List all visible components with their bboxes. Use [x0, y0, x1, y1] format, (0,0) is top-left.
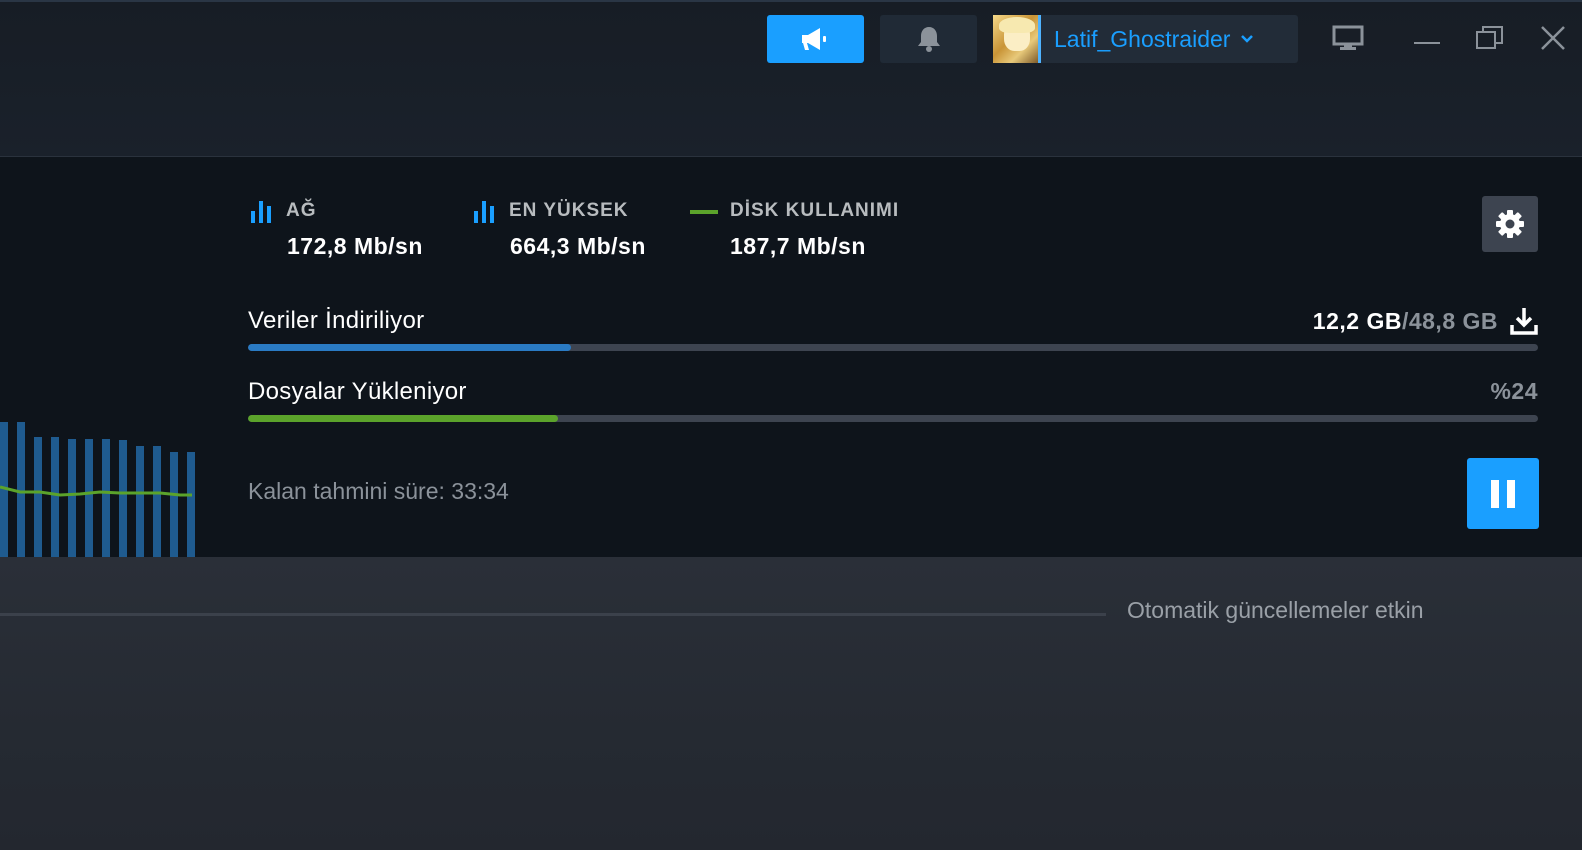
graph-bar [187, 452, 195, 557]
eta-text: Kalan tahmini süre: 33:34 [248, 478, 509, 504]
minimize-button[interactable] [1403, 16, 1451, 60]
auto-updates-status: Otomatik güncellemeler etkin [1127, 597, 1424, 623]
big-picture-button[interactable] [1324, 16, 1372, 60]
announcements-button[interactable] [767, 15, 864, 63]
username: Latif_Ghostraider [1054, 25, 1231, 52]
avatar [993, 15, 1041, 63]
download-progress-bar [248, 344, 1538, 351]
graph-bar [136, 446, 144, 557]
download-title: Veriler İndiriliyor [248, 307, 425, 334]
content-area: Otomatik güncellemeler etkin [0, 557, 1582, 850]
throughput-graph [0, 422, 195, 557]
stat-network: AĞ 172,8 Mb/sn [250, 197, 423, 260]
graph-bar [85, 439, 93, 557]
download-panel: AĞ 172,8 Mb/sn EN YÜKSEK 664,3 Mb/sn DİS… [0, 157, 1582, 557]
download-icon [1510, 308, 1538, 335]
graph-bar [119, 440, 127, 557]
files-title: Dosyalar Yükleniyor [248, 378, 467, 405]
title-bar: Latif_Ghostraider [0, 0, 1582, 157]
graph-bar [170, 452, 178, 557]
megaphone-icon [801, 28, 826, 50]
download-total: 48,8 GB [1408, 307, 1498, 334]
files-progress-bar [248, 415, 1538, 422]
maximize-button[interactable] [1466, 16, 1514, 60]
stat-disk-label: DİSK KULLANIMI [730, 200, 900, 221]
stat-disk-value: 187,7 Mb/sn [730, 233, 866, 259]
stat-peak-value: 664,3 Mb/sn [510, 233, 646, 259]
download-settings-button[interactable] [1482, 196, 1538, 252]
bell-icon [917, 27, 940, 52]
stat-peak-label: EN YÜKSEK [509, 200, 629, 221]
stat-disk: DİSK KULLANIMI 187,7 Mb/sn [690, 197, 899, 260]
chevron-down-icon [1240, 34, 1254, 44]
minimize-icon [1414, 42, 1440, 44]
gear-icon [1496, 210, 1524, 238]
graph-bar [68, 439, 76, 557]
stat-network-label: AĞ [286, 200, 317, 221]
restore-icon [1476, 26, 1503, 49]
graph-bar [102, 439, 110, 557]
files-percent: %24 [1490, 378, 1538, 404]
download-progress-fill [248, 344, 571, 351]
graph-bar [17, 422, 25, 557]
download-size: 12,2 GB / 48,8 GB [1313, 307, 1538, 335]
pause-button[interactable] [1467, 458, 1539, 529]
bar-chart-icon [474, 201, 494, 223]
graph-bar [34, 437, 42, 557]
download-separator: / [1401, 307, 1409, 334]
close-button[interactable] [1529, 16, 1577, 60]
pause-icon [1491, 479, 1515, 508]
stat-network-value: 172,8 Mb/sn [287, 233, 423, 259]
graph-bar [51, 437, 59, 557]
download-done: 12,2 GB [1312, 307, 1402, 334]
stat-peak: EN YÜKSEK 664,3 Mb/sn [473, 197, 646, 260]
monitor-icon [1332, 25, 1364, 50]
line-legend-icon [690, 210, 718, 214]
section-divider [0, 613, 1106, 616]
close-icon [1541, 26, 1565, 50]
disk-usage-line [0, 485, 192, 497]
notifications-button[interactable] [880, 15, 977, 63]
user-menu[interactable]: Latif_Ghostraider [993, 15, 1298, 63]
bar-chart-icon [251, 201, 271, 223]
files-progress-fill [248, 415, 558, 422]
graph-bar [153, 446, 161, 557]
